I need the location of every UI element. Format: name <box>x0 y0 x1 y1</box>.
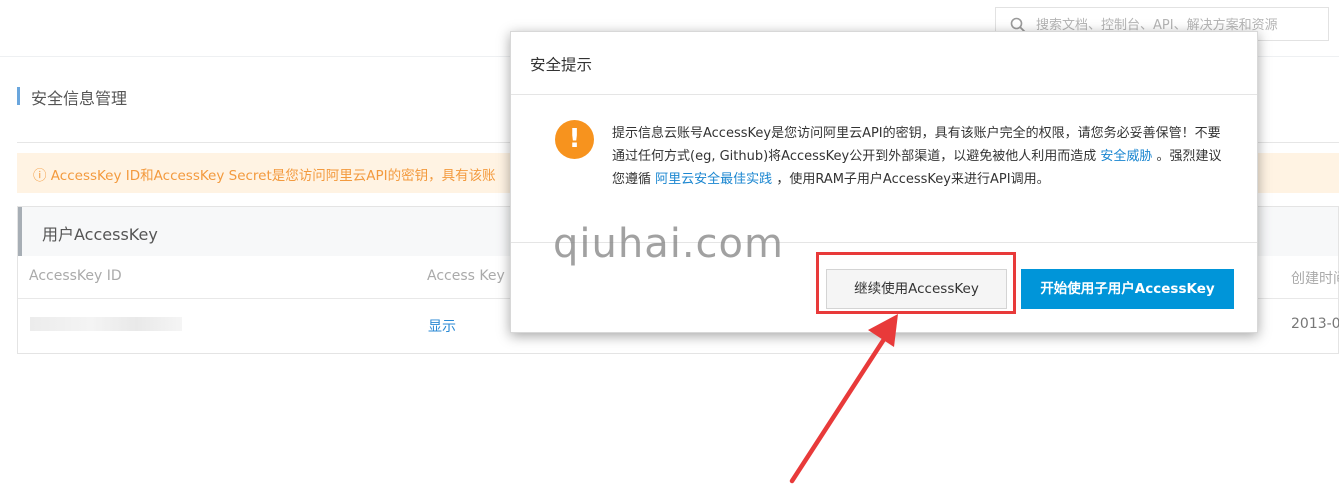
annotation-arrow-icon <box>789 314 898 484</box>
